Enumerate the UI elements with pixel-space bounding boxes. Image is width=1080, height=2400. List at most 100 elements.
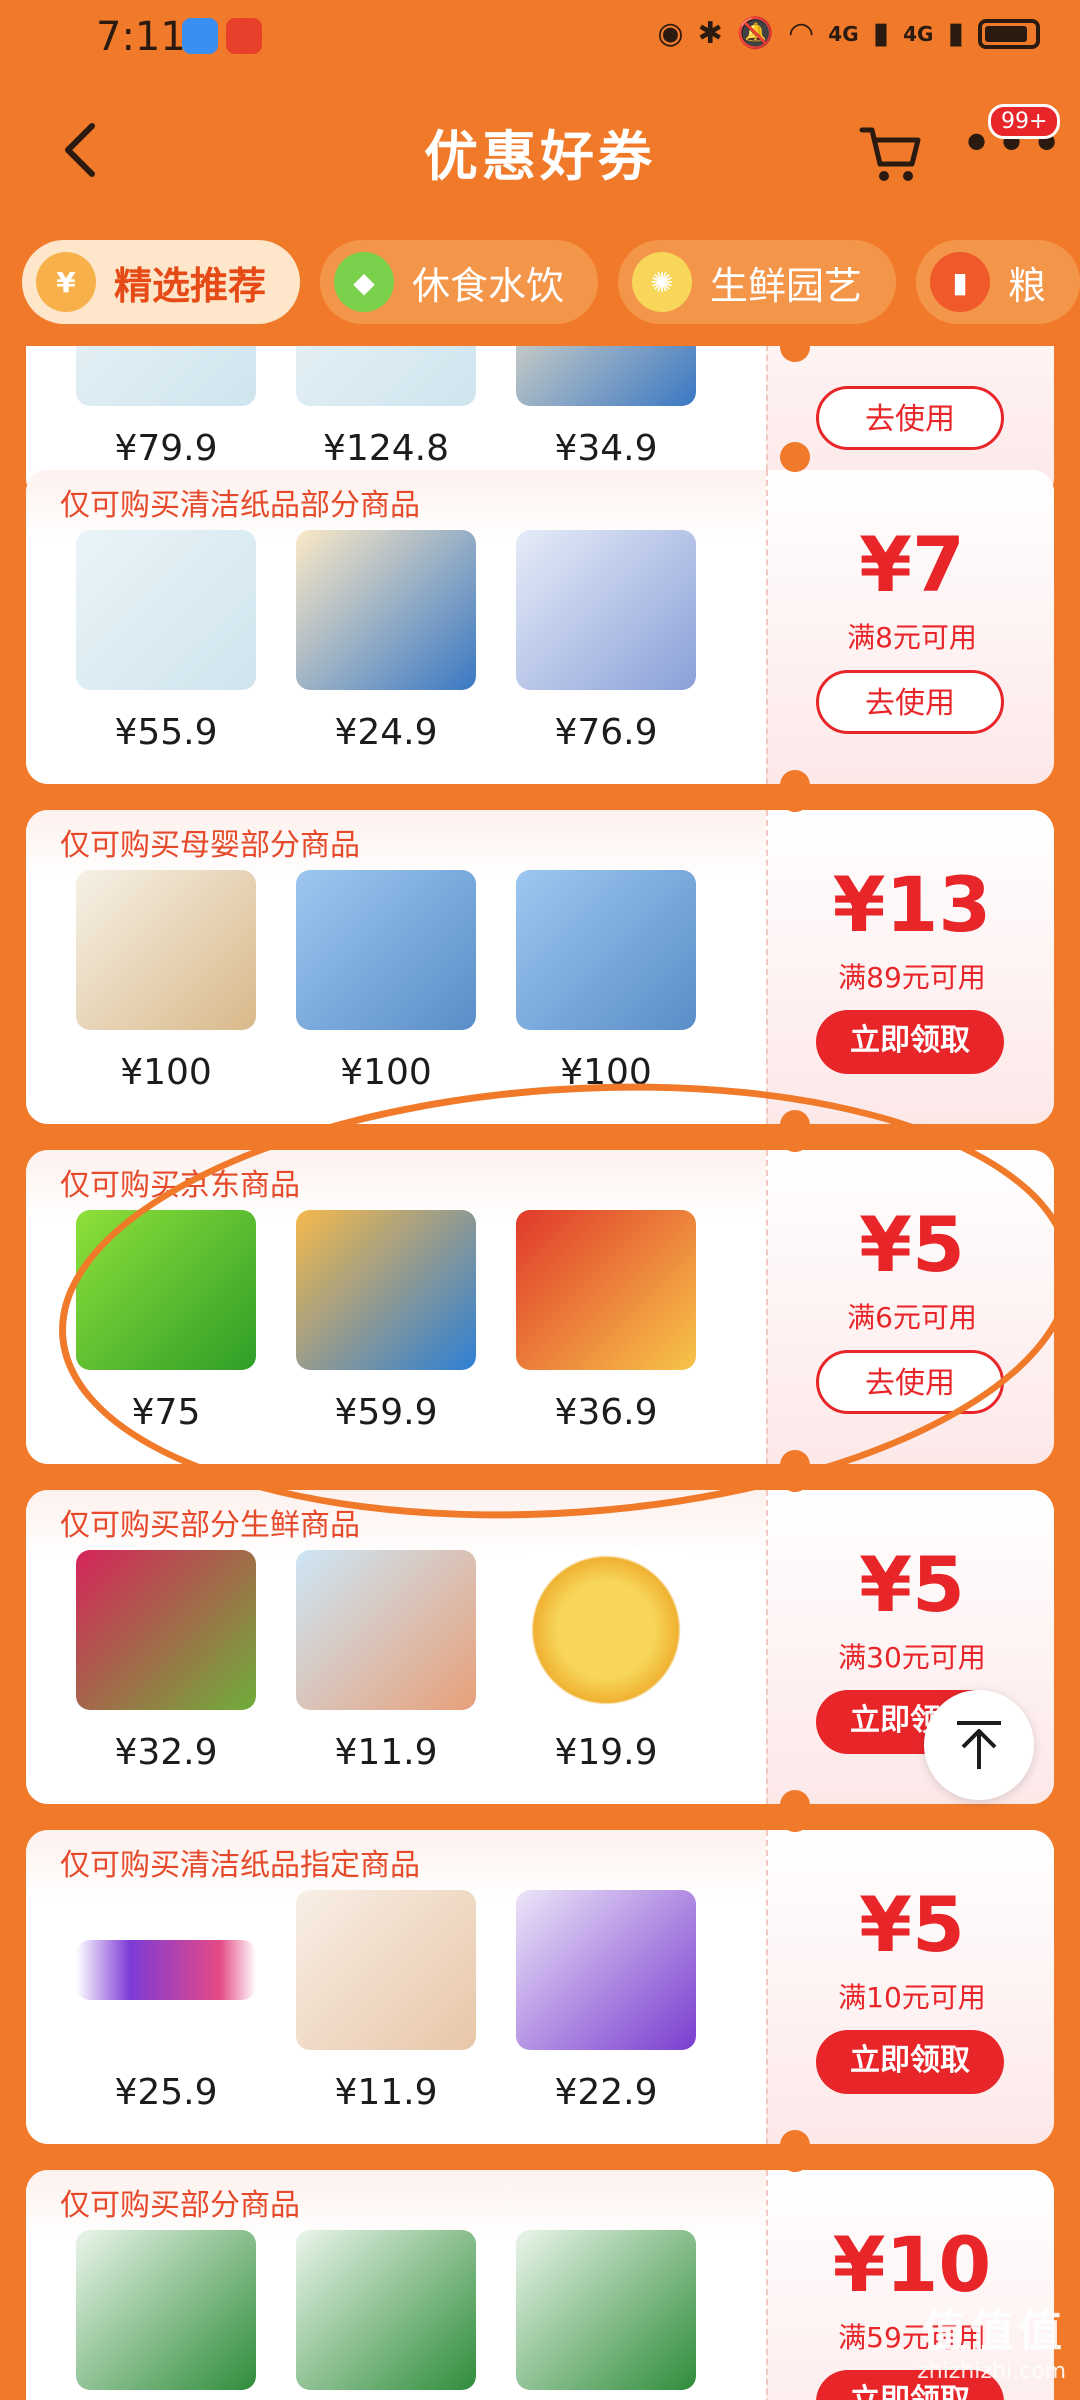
coupon-card[interactable]: 仅可购买部分生鲜商品 ¥32.9 ¥11.9 ¥19.9 ¥5 满30元可用 立… [26,1490,1054,1804]
header: 优惠好券 ••• 99+ [0,90,1080,210]
product-item[interactable]: ¥100 [506,870,706,1093]
product-item[interactable]: ¥100 [66,870,266,1093]
product-image [516,530,696,690]
coupon-amount: ¥5 [859,1880,965,1969]
product-price: ¥79.9 [114,428,218,469]
product-image [296,2230,476,2390]
product-item[interactable]: ¥76.9 [506,530,706,753]
coupon-products: 仅可购买部分生鲜商品 ¥32.9 ¥11.9 ¥19.9 [26,1490,766,1804]
product-item[interactable]: ¥75 [66,1210,266,1433]
coupon-amount: ¥5 [859,1540,965,1629]
coupon-value-panel: ¥5 满6元可用 去使用 [766,1150,1054,1464]
coupon-scope: 仅可购买母婴部分商品 [60,828,360,863]
category-tabs: ¥ 精选推荐 ◆ 休食水饮 ✺ 生鲜园艺 ▮ 粮 [22,240,1080,324]
tab-fresh-garden[interactable]: ✺ 生鲜园艺 [618,240,897,324]
tab-label: 粮 [1008,263,1047,308]
use-coupon-button[interactable]: 去使用 [816,1350,1004,1414]
product-item[interactable]: ¥59.9 [286,1210,486,1433]
notification-icons [182,18,262,54]
coupon-value-panel: ¥13 满89元可用 立即领取 [766,810,1054,1124]
product-item[interactable]: ¥11.9 [286,1890,486,2113]
product-item[interactable]: ¥34.9 [506,346,706,469]
coupon-products: 仅可购买部分商品 [26,2170,766,2400]
product-item[interactable]: ¥25.9 [66,1890,266,2113]
product-item[interactable]: ¥22.9 [506,1890,706,2113]
product-item[interactable]: ¥124.8 [286,346,486,469]
battery-icon [978,18,1040,49]
product-image [76,346,256,406]
product-price: ¥100 [560,1052,652,1093]
coupon-notch [780,1122,810,1152]
status-time: 7:11 [96,14,186,60]
product-price: ¥22.9 [554,2072,658,2113]
coupon-card[interactable]: 仅可购买母婴部分商品 ¥100 ¥100 ¥100 ¥13 满89元可用 立即领… [26,810,1054,1124]
product-price: ¥19.9 [554,1732,658,1773]
scroll-to-top-button[interactable] [924,1690,1034,1800]
message-badge: 99+ [988,104,1061,139]
tab-snacks-drinks[interactable]: ◆ 休食水饮 [320,240,599,324]
mute-icon: 🔕 [736,16,775,51]
product-image [516,346,696,406]
signal-icon: ▮ [947,16,964,51]
coupon-scope: 仅可购买京东商品 [60,1168,300,1203]
signal-label-2: 4G [903,21,934,46]
tab-label: 休食水饮 [412,263,565,308]
coupon-condition: 满8元可用 [847,621,977,654]
coupon-card[interactable]: 仅可购买京东商品 ¥75 ¥59.9 ¥36.9 ¥5 满6元可用 去使用 [26,1150,1054,1464]
coupon-scope: 仅可购买部分商品 [60,2188,300,2223]
product-image [76,530,256,690]
product-item[interactable]: ¥32.9 [66,1550,266,1773]
tab-grain[interactable]: ▮ 粮 [916,240,1080,324]
claim-coupon-button[interactable]: 立即领取 [816,1010,1004,1074]
product-price: ¥100 [120,1052,212,1093]
product-item[interactable]: ¥100 [286,870,486,1093]
product-price: ¥76.9 [554,712,658,753]
product-price: ¥100 [340,1052,432,1093]
coupon-notch [780,442,810,472]
oil-bottle-icon: ▮ [930,252,991,312]
signal-label: 4G [828,21,859,46]
product-image [76,1210,256,1370]
bluetooth-icon: ✱ [697,16,723,51]
arrow-up-icon [957,1721,1001,1769]
tab-label: 精选推荐 [114,263,267,308]
use-coupon-button[interactable]: 去使用 [816,386,1004,450]
use-coupon-button[interactable]: 去使用 [816,670,1004,734]
product-price: ¥24.9 [334,712,438,753]
coupon-products: 仅可购买母婴部分商品 ¥100 ¥100 ¥100 [26,810,766,1124]
product-item[interactable]: ¥79.9 [66,346,266,469]
product-image [296,1210,476,1370]
product-item[interactable]: ¥36.9 [506,1210,706,1433]
product-image [296,1550,476,1710]
coupon-products: 仅可购买清洁纸品指定商品 ¥25.9 ¥11.9 ¥22.9 [26,1830,766,2144]
coupon-card[interactable]: 仅可购买清洁纸品指定商品 ¥25.9 ¥11.9 ¥22.9 ¥5 满10元可用… [26,1830,1054,2144]
product-item[interactable] [66,2230,266,2390]
coupon-amount: ¥7 [859,520,965,609]
coupon-card[interactable]: 仅可购买部分商品 ¥10 满59元可用 立即领取 [26,2170,1054,2400]
coupon-notch [780,782,810,812]
tab-featured[interactable]: ¥ 精选推荐 [22,240,301,324]
product-item[interactable] [506,2230,706,2390]
tab-label: 生鲜园艺 [710,263,863,308]
product-item[interactable] [286,2230,486,2390]
product-image [296,870,476,1030]
product-item[interactable]: ¥19.9 [506,1550,706,1773]
product-price: ¥55.9 [114,712,218,753]
coupon-scope: 仅可购买部分生鲜商品 [60,1508,360,1543]
durian-icon: ✺ [632,252,693,312]
product-item[interactable]: ¥24.9 [286,530,486,753]
claim-coupon-button[interactable]: 立即领取 [816,2030,1004,2094]
product-price: ¥32.9 [114,1732,218,1773]
coupon-condition: 满10元可用 [838,1981,986,2014]
coupon-card[interactable]: 仅可购买清洁纸品部分商品 ¥55.9 ¥24.9 ¥76.9 ¥7 满8元可用 … [26,470,1054,784]
coupon-notch [780,2142,810,2172]
signal-icon: ▮ [872,16,890,51]
cart-icon[interactable] [856,118,926,188]
product-item[interactable]: ¥11.9 [286,1550,486,1773]
product-item[interactable]: ¥55.9 [66,530,266,753]
product-image [516,2230,696,2390]
product-image [76,1940,256,2000]
product-price: ¥59.9 [334,1392,438,1433]
coupon-products: 仅可购买京东商品 ¥75 ¥59.9 ¥36.9 [26,1150,766,1464]
product-price: ¥11.9 [334,2072,438,2113]
